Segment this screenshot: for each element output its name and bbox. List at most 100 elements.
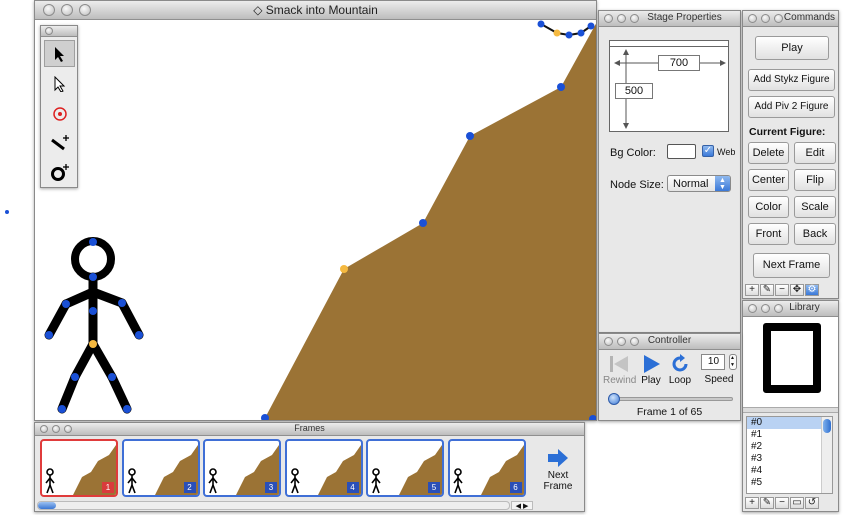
line-node[interactable] (565, 31, 573, 39)
commands-title: Commands (783, 12, 836, 23)
frame-thumbnail[interactable]: 1 (40, 439, 118, 497)
loop-control[interactable]: Loop (666, 354, 694, 386)
rewind-control[interactable]: Rewind (603, 354, 636, 386)
library-list[interactable]: #0 #1 #2 #3 #4 #5 (746, 416, 833, 494)
edit-button[interactable]: Edit (794, 142, 836, 164)
mountain-node[interactable] (557, 83, 565, 91)
node-size-value: Normal (673, 178, 709, 190)
stage-properties-panel: Stage Properties 700 500 Bg Color: ✓ Web… (598, 10, 741, 333)
node-tool[interactable] (44, 100, 75, 127)
line-node[interactable] (587, 22, 595, 30)
commands-panel: Commands Play Add Stykz Figure Add Piv 2… (742, 10, 839, 299)
library-toolbar: + ✎ − ▭ ↺ (745, 497, 819, 509)
line-node[interactable] (577, 29, 585, 37)
frame-number-badge: 6 (509, 482, 522, 493)
back-button[interactable]: Back (794, 223, 836, 245)
frames-scroll-thumb[interactable] (38, 502, 56, 509)
library-item[interactable]: #1 (747, 429, 822, 441)
node-select-tool[interactable] (44, 70, 75, 97)
remove-icon[interactable]: − (775, 497, 789, 509)
next-frame-button[interactable]: Next Frame (753, 253, 830, 278)
window-title: ◇ Smack into Mountain (253, 3, 378, 17)
color-button[interactable]: Color (748, 196, 789, 218)
library-scrollbar[interactable] (821, 417, 832, 493)
center-button[interactable]: Center (748, 169, 789, 191)
folder-icon[interactable]: ▭ (790, 497, 804, 509)
library-preview-figure (763, 323, 821, 393)
bg-color-label: Bg Color: (610, 147, 656, 159)
library-items: #0 #1 #2 #3 #4 #5 (747, 417, 822, 489)
next-frame-label-1: Next (547, 470, 569, 481)
library-panel: Library #0 #1 #2 #3 #4 #5 + ✎ − ▭ ↺ (742, 300, 839, 512)
stage-height-field[interactable]: 500 (615, 83, 653, 99)
tool-palette-titlebar[interactable] (41, 26, 77, 37)
play-button[interactable]: Play (755, 36, 829, 60)
add-icon[interactable]: + (745, 497, 759, 509)
scale-button[interactable]: Scale (794, 196, 836, 218)
stage-size-diagram: 700 500 (609, 40, 729, 132)
speed-stepper-icon[interactable]: ▲ ▼ (728, 354, 737, 370)
frames-scrollbar[interactable] (37, 501, 510, 510)
settings-icon[interactable]: ⚙ (805, 284, 819, 296)
frame-thumbnail[interactable]: 3 (203, 439, 281, 497)
pencil-icon[interactable]: ✎ (760, 497, 774, 509)
library-divider[interactable] (743, 407, 838, 413)
frame-thumbnail[interactable]: 4 (284, 439, 363, 497)
bg-color-swatch[interactable] (667, 144, 696, 159)
delete-button[interactable]: Delete (748, 142, 789, 164)
library-item[interactable]: #5 (747, 477, 822, 489)
front-button[interactable]: Front (748, 223, 789, 245)
node-size-select[interactable]: Normal ▲ ▼ (667, 175, 731, 192)
mountain-node[interactable] (419, 219, 427, 227)
library-item[interactable]: #4 (747, 465, 822, 477)
frame-scrubber[interactable] (608, 393, 733, 405)
add-stykz-figure-button[interactable]: Add Stykz Figure (748, 69, 835, 91)
play-control[interactable]: Play (639, 354, 663, 386)
next-frame-control[interactable]: Next Frame (538, 449, 578, 492)
frame-scrubber-thumb[interactable] (608, 393, 620, 405)
node-size-label: Node Size: (610, 179, 664, 191)
frame-thumbnail[interactable]: 5 (366, 439, 444, 497)
circle-add-icon (50, 163, 69, 181)
stage-properties-titlebar[interactable]: Stage Properties (599, 11, 740, 27)
commands-titlebar[interactable]: Commands (743, 11, 838, 27)
mountain-shape[interactable] (265, 20, 597, 421)
close-button[interactable] (45, 27, 53, 35)
stage-canvas[interactable] (35, 20, 597, 421)
stick-figure[interactable] (44, 237, 144, 414)
rewind-icon (610, 356, 628, 372)
library-scroll-thumb[interactable] (823, 419, 831, 433)
frames-strip: 1 2 3 4 5 6 (35, 429, 535, 499)
play-label: Play (641, 375, 661, 386)
mountain-node[interactable] (340, 265, 348, 273)
speed-field[interactable]: 10 (701, 354, 726, 370)
move-icon[interactable]: ✥ (790, 284, 804, 296)
library-item[interactable]: #2 (747, 441, 822, 453)
line-tool[interactable] (44, 129, 75, 156)
library-item[interactable]: #0 (747, 417, 822, 429)
refresh-icon[interactable]: ↺ (805, 497, 819, 509)
frame-thumbnail[interactable]: 6 (447, 439, 526, 497)
main-titlebar[interactable]: ◇ Smack into Mountain (35, 1, 596, 20)
pencil-icon[interactable]: ✎ (760, 284, 774, 296)
library-title: Library (789, 302, 820, 313)
web-label: Web (717, 147, 736, 157)
frames-scroll-arrows[interactable]: ◀ ▶ (511, 501, 533, 510)
frame-thumbnail[interactable]: 2 (121, 439, 200, 497)
flip-button[interactable]: Flip (794, 169, 836, 191)
controller-titlebar[interactable]: Controller (599, 334, 740, 350)
mountain-node[interactable] (466, 132, 474, 140)
web-checkbox[interactable]: ✓ (702, 145, 714, 157)
add-piv2-figure-button[interactable]: Add Piv 2 Figure (748, 96, 835, 118)
line-node[interactable] (537, 20, 545, 28)
circle-tool[interactable] (44, 158, 75, 185)
stage-width-field[interactable]: 700 (658, 55, 700, 71)
library-item[interactable]: #3 (747, 453, 822, 465)
add-icon[interactable]: + (745, 284, 759, 296)
remove-icon[interactable]: − (775, 284, 789, 296)
frame-number-badge: 3 (265, 482, 277, 493)
line-node[interactable] (553, 29, 561, 37)
library-titlebar[interactable]: Library (743, 301, 838, 317)
select-tool[interactable] (44, 40, 75, 67)
current-figure-label: Current Figure: (749, 126, 826, 138)
